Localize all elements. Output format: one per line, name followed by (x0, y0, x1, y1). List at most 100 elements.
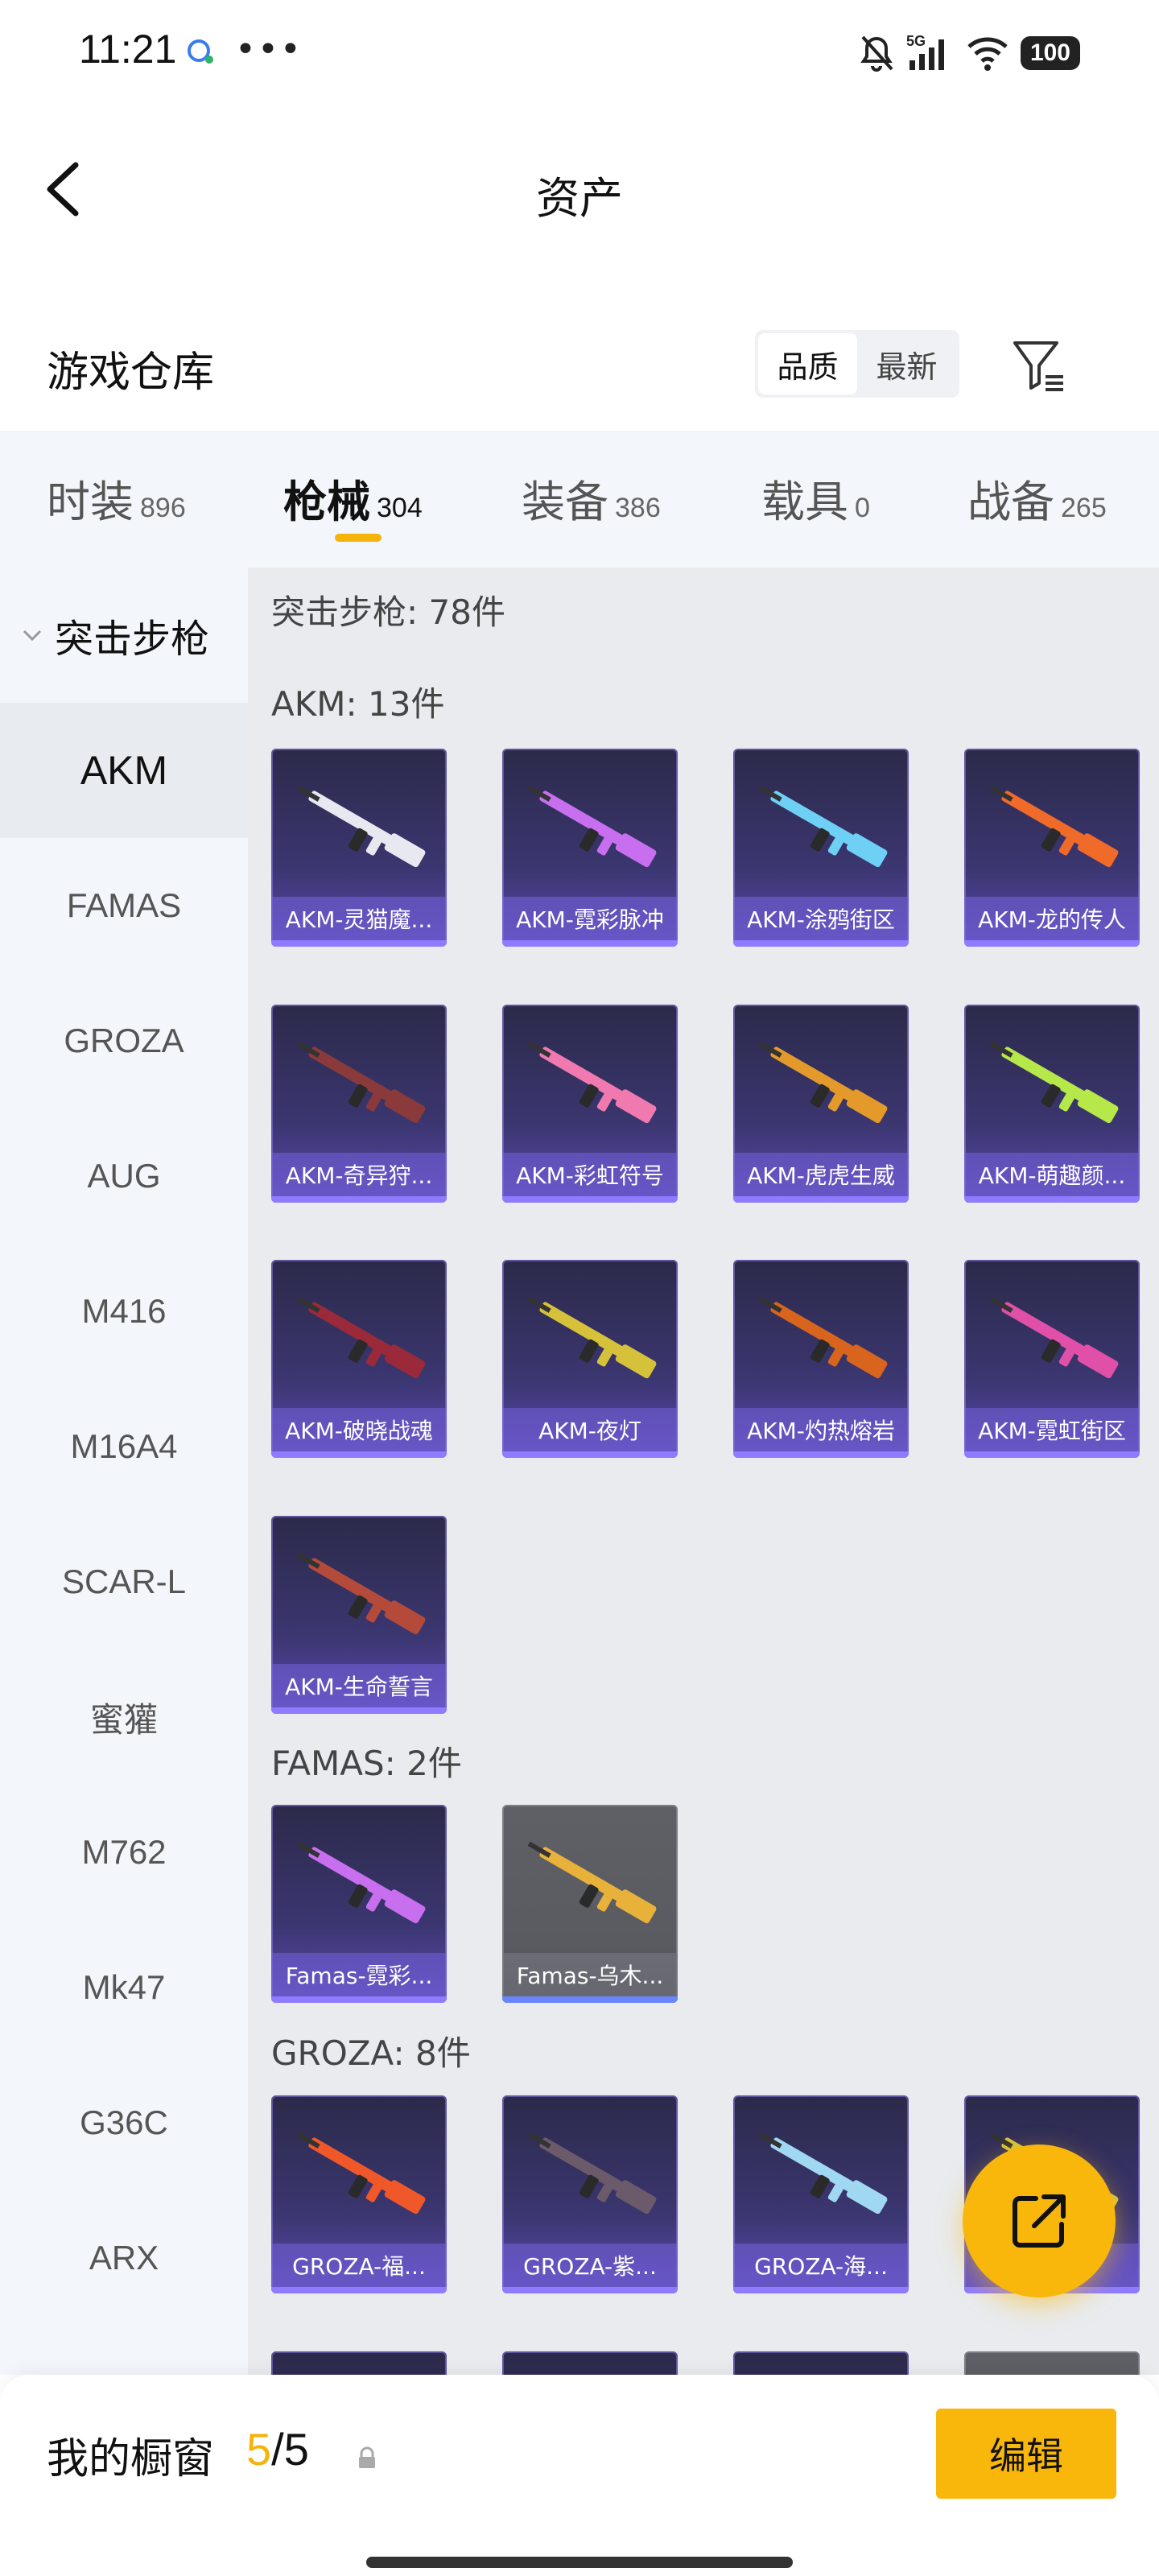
weapon-card[interactable] (733, 2351, 909, 2375)
lock-icon (359, 2446, 375, 2468)
showcase-count-sep: / (271, 2424, 284, 2475)
weapon-card[interactable]: AKM-萌趣颜... (964, 1005, 1140, 1203)
tab-label: 装备 (522, 477, 608, 527)
tab-count: 0 (855, 493, 870, 523)
tab-firearms[interactable]: 枪械 304 (283, 466, 423, 530)
weapon-card[interactable]: Famas-霓彩... (271, 1805, 447, 2003)
sidebar-category-label: 突击步枪 (55, 617, 210, 662)
weapon-card-label: AKM-夜灯 (502, 1408, 678, 1451)
warehouse-header: 游戏仓库 品质 最新 (0, 306, 1159, 419)
status-time: 11:21 (79, 27, 177, 72)
weapon-card[interactable]: AKM-灵猫魔... (271, 749, 447, 947)
sidebar-item-akm[interactable]: AKM (0, 703, 248, 838)
category-summary: 突击步枪: 78件 (271, 592, 505, 632)
weapon-card[interactable] (271, 2351, 447, 2375)
category-tabs: 时装 896 枪械 304 装备 386 载具 0 战备 265 (0, 431, 1159, 568)
status-indicators: 5G 100 (858, 29, 1080, 77)
rarity-bar (502, 2287, 678, 2293)
sidebar-item-honey-badger[interactable]: 蜜獾 (0, 1649, 248, 1785)
rifle-icon (527, 1841, 657, 1924)
weapon-card[interactable] (502, 2351, 678, 2375)
rifle-icon (527, 785, 657, 868)
weapon-card[interactable]: AKM-破晓战魂 (271, 1260, 447, 1458)
battery-indicator: 100 (1020, 36, 1080, 70)
weapon-card[interactable]: AKM-生命誓言 (271, 1516, 447, 1714)
share-float-button[interactable] (963, 2145, 1116, 2297)
weapon-card-label: AKM-虎虎生威 (733, 1153, 909, 1196)
sidebar-item-groza[interactable]: GROZA (0, 973, 248, 1108)
tab-fashion[interactable]: 时装 896 (47, 466, 186, 530)
group-title-famas: FAMAS: 2件 (271, 1744, 462, 1783)
weapon-card[interactable]: GROZA-海... (733, 2095, 909, 2293)
sidebar-item-scar-l[interactable]: SCAR-L (0, 1514, 248, 1649)
weapon-card[interactable]: AKM-龙的传人 (964, 749, 1140, 947)
showcase-count-current: 5 (246, 2424, 272, 2475)
sidebar-item-arx[interactable]: ARX (0, 2190, 248, 2326)
weapon-grid: 突击步枪: 78件 AKM: 13件 AKM-灵猫魔... AKM-霓彩脉冲 A… (248, 568, 1159, 2375)
sidebar-category-assault-rifle[interactable]: 突击步枪 (0, 568, 248, 703)
weapon-card[interactable]: AKM-夜灯 (502, 1260, 678, 1458)
edit-button[interactable]: 编辑 (936, 2409, 1116, 2499)
rifle-icon (296, 1041, 426, 1124)
sidebar-item-famas[interactable]: FAMAS (0, 838, 248, 973)
weapon-card-label: AKM-龙的传人 (964, 897, 1140, 940)
tab-equipment[interactable]: 装备 386 (522, 466, 661, 530)
tab-vehicles[interactable]: 载具 0 (761, 466, 870, 530)
rifle-icon (989, 785, 1119, 868)
rifle-icon (296, 785, 426, 868)
group-title-groza: GROZA: 8件 (271, 2033, 471, 2073)
home-indicator[interactable] (366, 2557, 793, 2568)
tab-label: 时装 (47, 477, 134, 527)
weapon-card-label: AKM-破晓战魂 (271, 1408, 447, 1451)
rarity-bar (733, 1196, 909, 1203)
sidebar-item-m16a4[interactable]: M16A4 (0, 1379, 248, 1514)
tab-label: 战备 (967, 477, 1054, 527)
weapon-card-label: GROZA-紫... (502, 2244, 678, 2287)
weapon-card-label: AKM-霓彩脉冲 (502, 897, 678, 940)
sidebar-item-mk47[interactable]: Mk47 (0, 1920, 248, 2055)
weapon-card-label: AKM-涂鸦街区 (733, 897, 909, 940)
mute-bell-icon (860, 35, 893, 72)
rifle-icon (296, 2132, 426, 2215)
weapon-card-label: Famas-乌木... (502, 1953, 678, 1996)
page-title: 资产 (536, 173, 623, 224)
weapon-card[interactable]: GROZA-福... (271, 2095, 447, 2293)
tab-supplies[interactable]: 战备 265 (967, 466, 1107, 530)
weapon-sidebar: 突击步枪 AKM FAMAS GROZA AUG M416 M16A4 SCAR… (0, 568, 248, 2375)
weapon-card[interactable]: AKM-彩虹符号 (502, 1005, 678, 1203)
weapon-card[interactable]: Famas-乌木... (502, 1805, 678, 2003)
weapon-card[interactable]: AKM-霓彩脉冲 (502, 749, 678, 947)
weapon-card-label: GROZA-福... (271, 2244, 447, 2287)
status-dots: ••• (235, 29, 303, 70)
weapon-card-label: AKM-彩虹符号 (502, 1153, 678, 1196)
rarity-bar (271, 1996, 447, 2003)
weapon-card[interactable]: AKM-灼热熔岩 (733, 1260, 909, 1458)
weapon-card[interactable]: AKM-涂鸦街区 (733, 749, 909, 947)
tab-count: 386 (615, 493, 661, 523)
share-out-icon (1013, 2194, 1066, 2248)
rifle-icon (296, 1841, 426, 1924)
sidebar-item-m416[interactable]: M416 (0, 1244, 248, 1379)
group-title-akm: AKM: 13件 (271, 684, 445, 724)
rarity-bar (271, 1707, 447, 1714)
wifi-icon (967, 37, 1008, 71)
sort-newest-button[interactable]: 最新 (857, 333, 956, 394)
sidebar-item-m762[interactable]: M762 (0, 1785, 248, 1920)
rifle-icon (989, 1296, 1119, 1379)
weapon-card[interactable]: AKM-霓虹街区 (964, 1260, 1140, 1458)
showcase-count: 5/5 (246, 2423, 309, 2475)
rarity-bar (964, 940, 1140, 947)
filter-icon[interactable] (1010, 336, 1068, 394)
tab-label: 载具 (761, 477, 848, 527)
sidebar-item-g36c[interactable]: G36C (0, 2055, 248, 2190)
rarity-bar (733, 1451, 909, 1458)
sidebar-item-aug[interactable]: AUG (0, 1108, 248, 1244)
rarity-bar (733, 2287, 909, 2293)
weapon-card[interactable]: GROZA-紫... (502, 2095, 678, 2293)
weapon-card[interactable] (964, 2351, 1140, 2375)
weapon-card[interactable]: AKM-虎虎生威 (733, 1005, 909, 1203)
rifle-icon (758, 1296, 888, 1379)
sort-quality-button[interactable]: 品质 (758, 333, 857, 394)
tab-count: 265 (1061, 493, 1107, 523)
weapon-card[interactable]: AKM-奇异狩... (271, 1005, 447, 1203)
